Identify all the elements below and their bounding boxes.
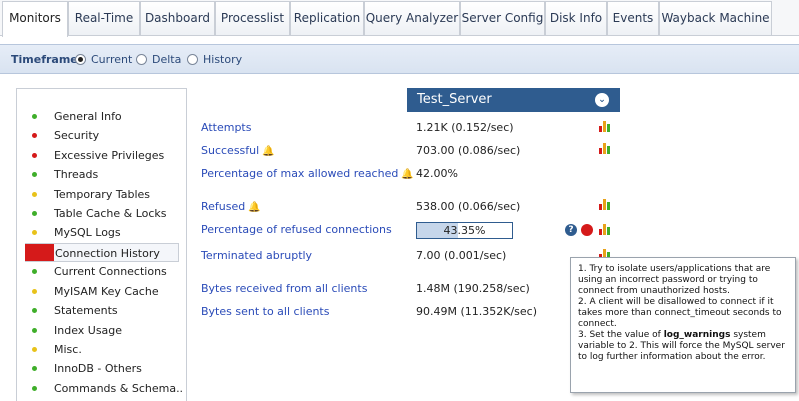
metric-value-bytes-sent: 90.49M (11.352K/sec): [416, 305, 538, 318]
sidebar-item-table-cache-locks[interactable]: Table Cache & Locks: [25, 204, 179, 223]
graph-icon[interactable]: [599, 224, 611, 235]
metric-label-successful[interactable]: Successful 🔔: [201, 144, 275, 157]
advice-tooltip: 1. Try to isolate users/applications tha…: [570, 257, 796, 393]
chevron-down-icon[interactable]: ⌄: [595, 93, 609, 107]
sidebar-item-label: Temporary Tables: [54, 188, 151, 201]
status-dot-icon: [32, 133, 37, 138]
timeframe-radio-current[interactable]: [75, 54, 86, 65]
sidebar-item-mysql-logs[interactable]: MySQL Logs: [25, 223, 179, 242]
status-dot-icon: [32, 308, 37, 313]
graph-icon[interactable]: [599, 121, 611, 132]
tab-wayback-machine[interactable]: Wayback Machine: [659, 1, 772, 35]
timeframe-bar: Timeframe Current Delta History: [0, 44, 799, 74]
tab-events[interactable]: Events: [607, 1, 659, 35]
status-dot-icon: [32, 192, 37, 197]
status-dot-icon: [32, 347, 37, 352]
timeframe-radio-history[interactable]: [187, 54, 198, 65]
sidebar-item-temporary-tables[interactable]: Temporary Tables: [25, 185, 179, 204]
metric-value-attempts: 1.21K (0.152/sec): [416, 121, 514, 134]
timeframe-label: Timeframe: [11, 53, 78, 66]
tooltip-line-2: 2. A client will be disallowed to connec…: [578, 297, 782, 329]
metric-label-bytes-received[interactable]: Bytes received from all clients: [201, 282, 367, 295]
sidebar-item-label: MyISAM Key Cache: [54, 285, 159, 298]
sidebar-item-commands-schema[interactable]: Commands & Schema..: [25, 379, 183, 398]
bell-icon[interactable]: 🔔: [248, 202, 260, 213]
sidebar-item-label: Connection History: [55, 247, 160, 260]
sidebar-item-label: Misc.: [54, 343, 82, 356]
status-dot-icon: [32, 289, 37, 294]
sidebar-item-label: Statements: [54, 304, 118, 317]
tab-real-time[interactable]: Real-Time: [68, 1, 140, 35]
status-dot-icon: [32, 328, 37, 333]
refused-percentage-bar: 43.35%: [416, 222, 513, 239]
sidebar-item-label: Commands & Schema..: [54, 382, 184, 395]
server-header: Test_Server ⌄: [407, 88, 620, 112]
sidebar-item-connection-history[interactable]: Connection History: [25, 243, 179, 262]
tab-server-config[interactable]: Server Config: [460, 1, 545, 35]
metric-value-refused: 538.00 (0.066/sec): [416, 200, 521, 213]
sidebar-item-misc[interactable]: Misc.: [25, 340, 179, 359]
metric-label-percentage-max-allowed[interactable]: Percentage of max allowed reached 🔔: [201, 167, 414, 180]
timeframe-option-delta[interactable]: Delta: [152, 53, 181, 66]
tab-dashboard[interactable]: Dashboard: [140, 1, 215, 35]
timeframe-option-history[interactable]: History: [203, 53, 242, 66]
timeframe-option-current[interactable]: Current: [91, 53, 132, 66]
sidebar: General Info Security Excessive Privileg…: [16, 88, 187, 401]
help-icon[interactable]: ?: [565, 224, 577, 236]
sidebar-item-label: Table Cache & Locks: [54, 207, 167, 220]
tab-query-analyzer[interactable]: Query Analyzer: [364, 1, 460, 35]
sidebar-item-current-connections[interactable]: Current Connections: [25, 262, 179, 281]
tab-bar: Monitors Real-Time Dashboard Processlist…: [0, 0, 799, 37]
graph-icon[interactable]: [599, 199, 611, 210]
sidebar-item-index-usage[interactable]: Index Usage: [25, 321, 179, 340]
sidebar-item-label: Threads: [54, 168, 99, 181]
sidebar-item-statements[interactable]: Statements: [25, 301, 179, 320]
metric-label-terminated-abruptly[interactable]: Terminated abruptly: [201, 249, 312, 262]
sidebar-item-myisam-key-cache[interactable]: MyISAM Key Cache: [25, 282, 179, 301]
sidebar-item-label: Security: [54, 129, 100, 142]
server-name: Test_Server: [417, 92, 492, 107]
sidebar-item-excessive-privileges[interactable]: Excessive Privileges: [25, 146, 179, 165]
metric-label-refused[interactable]: Refused 🔔: [201, 200, 261, 213]
metric-label-percentage-refused[interactable]: Percentage of refused connections: [201, 223, 392, 236]
sidebar-item-label: MySQL Logs: [54, 226, 121, 239]
sidebar-item-label: Current Connections: [54, 265, 167, 278]
tab-processlist[interactable]: Processlist: [215, 1, 290, 35]
progress-text: 43.35%: [443, 224, 486, 237]
metric-value-percentage-max-allowed: 42.00%: [416, 167, 458, 180]
metric-value-terminated-abruptly: 7.00 (0.001/sec): [416, 249, 507, 262]
status-dot-icon: [32, 230, 37, 235]
bell-icon[interactable]: 🔔: [401, 169, 413, 180]
status-dot-icon: [32, 269, 37, 274]
sidebar-item-security[interactable]: Security: [25, 126, 179, 145]
bell-icon[interactable]: 🔔: [262, 146, 274, 157]
status-dot-icon: [32, 153, 37, 158]
metric-value-successful: 703.00 (0.086/sec): [416, 144, 521, 157]
status-dot-icon: [25, 244, 54, 261]
metric-value-bytes-received: 1.48M (190.258/sec): [416, 282, 530, 295]
sidebar-item-label: Index Usage: [54, 324, 123, 337]
tooltip-line-1: 1. Try to isolate users/applications tha…: [578, 264, 771, 296]
sidebar-item-threads[interactable]: Threads: [25, 165, 179, 184]
status-dot-icon: [32, 172, 37, 177]
graph-icon[interactable]: [599, 143, 611, 154]
tooltip-line-3: 3. Set the value of log_warnings system …: [578, 330, 785, 362]
metric-label-attempts[interactable]: Attempts: [201, 121, 251, 134]
status-dot-icon: [32, 386, 37, 391]
sidebar-item-general-info[interactable]: General Info: [25, 107, 179, 126]
sidebar-item-label: Excessive Privileges: [54, 149, 165, 162]
status-dot-icon: [32, 114, 37, 119]
metric-label-bytes-sent[interactable]: Bytes sent to all clients: [201, 305, 329, 318]
tab-monitors[interactable]: Monitors: [2, 1, 68, 37]
status-dot-icon: [32, 211, 37, 216]
sidebar-item-label: General Info: [54, 110, 122, 123]
tab-disk-info[interactable]: Disk Info: [545, 1, 607, 35]
sidebar-item-innodb-others[interactable]: InnoDB - Others: [25, 359, 179, 378]
status-dot-icon: [32, 366, 37, 371]
alert-red-icon[interactable]: [581, 224, 593, 236]
sidebar-item-label: InnoDB - Others: [54, 362, 142, 375]
timeframe-radio-delta[interactable]: [136, 54, 147, 65]
tab-replication[interactable]: Replication: [290, 1, 364, 35]
